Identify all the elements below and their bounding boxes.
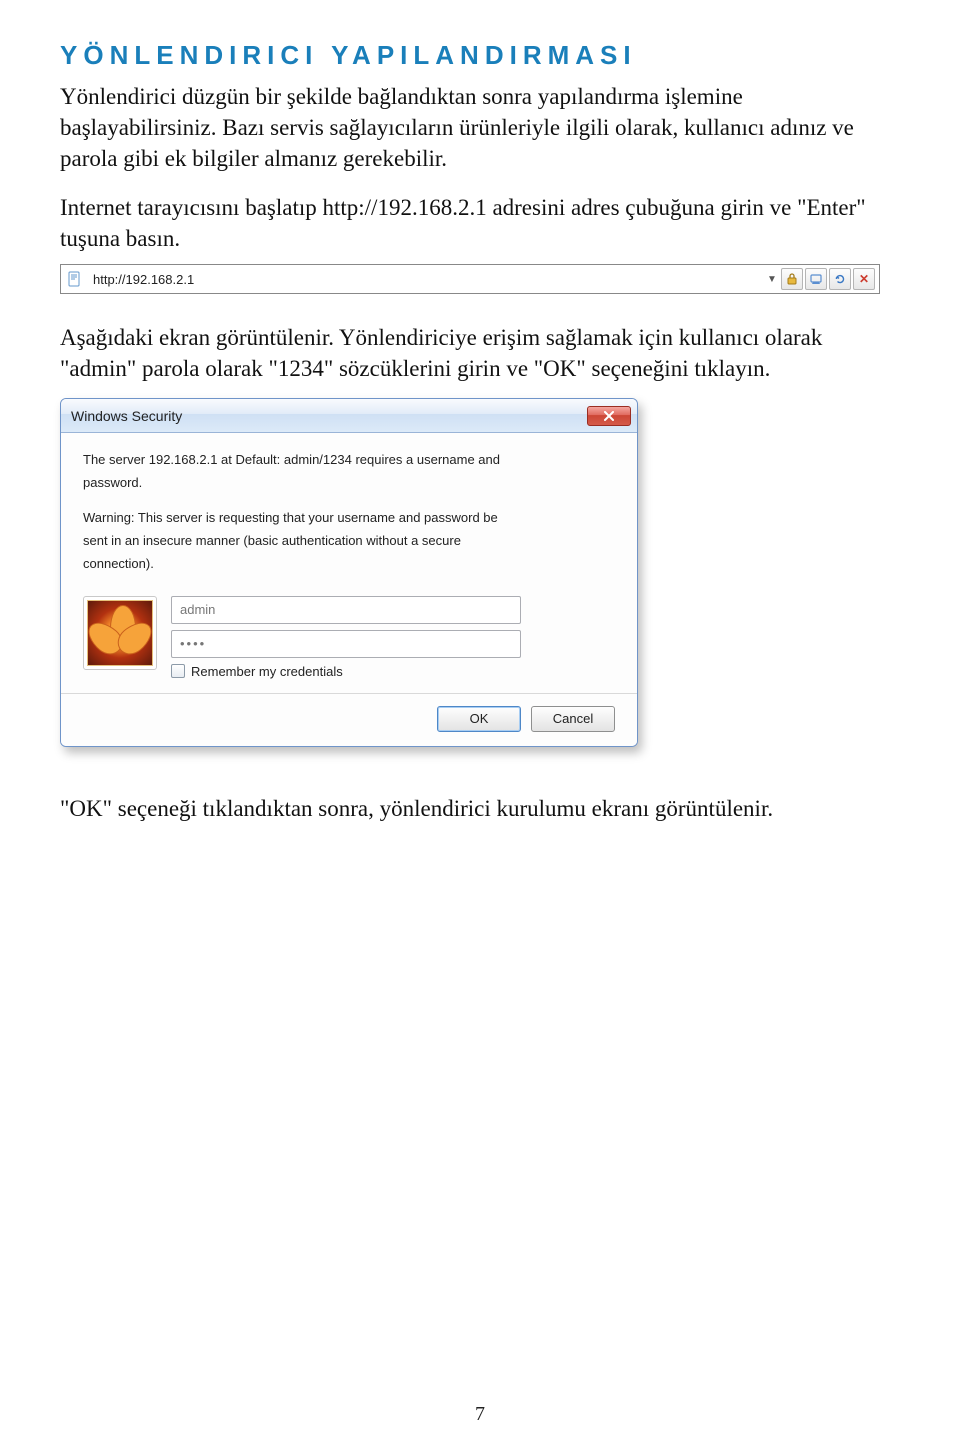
address-url[interactable]: http://192.168.2.1: [89, 272, 763, 287]
compat-icon[interactable]: [805, 268, 827, 290]
dialog-warn-line1: Warning: This server is requesting that …: [83, 509, 615, 528]
remember-label: Remember my credentials: [191, 664, 343, 679]
username-field[interactable]: admin: [171, 596, 521, 624]
dialog-msg-line1: The server 192.168.2.1 at Default: admin…: [83, 451, 615, 470]
close-icon[interactable]: [587, 406, 631, 426]
cancel-button[interactable]: Cancel: [531, 706, 615, 732]
dialog-title: Windows Security: [71, 408, 182, 424]
remember-checkbox[interactable]: [171, 664, 185, 678]
lock-icon[interactable]: [781, 268, 803, 290]
dialog-body: The server 192.168.2.1 at Default: admin…: [61, 433, 637, 745]
page-number: 7: [0, 1403, 960, 1426]
outro-paragraph: "OK" seçeneği tıklandıktan sonra, yönlen…: [60, 793, 900, 824]
intro-paragraph-2: Internet tarayıcısını başlatıp http://19…: [60, 192, 900, 254]
intro-paragraph-3: Aşağıdaki ekran görüntülenir. Yönlendiri…: [60, 322, 900, 384]
refresh-icon[interactable]: [829, 268, 851, 290]
password-field[interactable]: ••••: [171, 630, 521, 658]
dialog-divider: [61, 693, 637, 694]
page-icon: [65, 269, 85, 289]
security-dialog: Windows Security The server 192.168.2.1 …: [60, 398, 638, 746]
address-bar[interactable]: http://192.168.2.1 ▼ ✕: [60, 264, 880, 294]
stop-icon[interactable]: ✕: [853, 268, 875, 290]
ok-button[interactable]: OK: [437, 706, 521, 732]
page-heading: YÖNLENDIRICI YAPILANDIRMASI: [60, 40, 900, 71]
intro-paragraph-1: Yönlendirici düzgün bir şekilde bağlandı…: [60, 81, 900, 174]
dialog-warn-line3: connection).: [83, 555, 615, 574]
dialog-warn-line2: sent in an insecure manner (basic authen…: [83, 532, 615, 551]
avatar: [83, 596, 157, 670]
dialog-msg-line2: password.: [83, 474, 615, 493]
dialog-titlebar[interactable]: Windows Security: [61, 399, 637, 433]
chevron-down-icon[interactable]: ▼: [763, 268, 781, 290]
